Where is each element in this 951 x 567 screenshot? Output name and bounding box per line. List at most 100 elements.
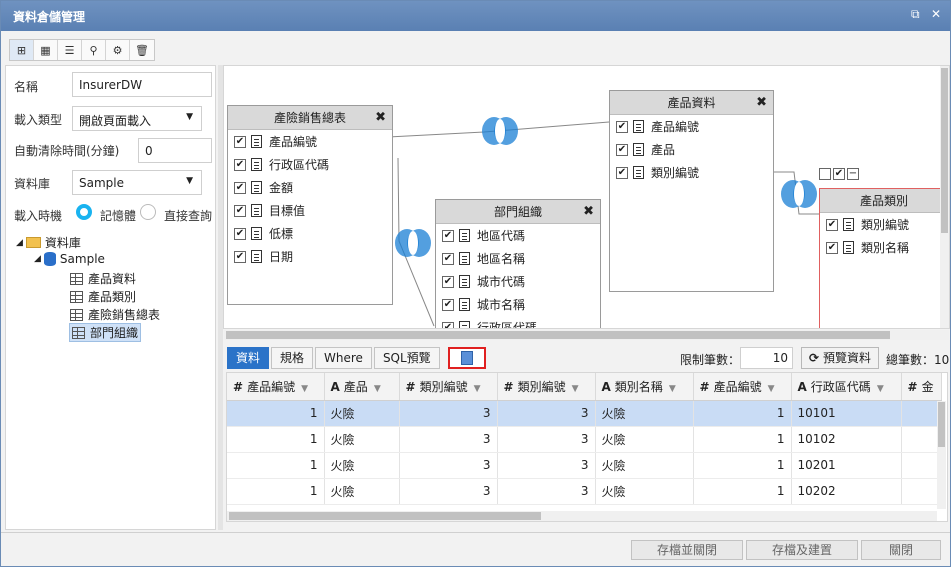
column-header[interactable]: # 產品編號 ▼: [227, 373, 325, 401]
close-icon[interactable]: ✖: [375, 106, 386, 130]
table-row[interactable]: 1 火險 3 3 火險 1 10101: [227, 400, 942, 427]
entity-field[interactable]: ✔ 產品編號: [228, 130, 392, 153]
checkbox-checked[interactable]: ✔: [616, 120, 628, 133]
cell[interactable]: 火險: [324, 452, 400, 479]
cell[interactable]: 3: [399, 426, 498, 453]
entity-field[interactable]: ✔ 城市代碼: [436, 270, 600, 293]
tree-list-icon[interactable]: ☰: [58, 40, 82, 60]
cell[interactable]: 3: [497, 400, 596, 427]
chevron-down-icon[interactable]: ▼: [572, 384, 579, 394]
cell[interactable]: 1: [227, 400, 325, 427]
entity-dept[interactable]: 部門組織 ✖ ✔ 地區代碼 ✔ 地區名稱 ✔ 城市代碼 ✔ 城市名稱 ✔ 行政區代碼: [435, 199, 601, 328]
save-close-button[interactable]: 存檔並關閉: [631, 540, 743, 560]
entity-field[interactable]: ✔ 類別名稱: [820, 236, 948, 259]
entity-field[interactable]: ✔ 日期: [228, 245, 392, 268]
entity-field[interactable]: ✔ 金額: [228, 176, 392, 199]
cell[interactable]: [901, 400, 942, 427]
entity-field[interactable]: ✔ 地區名稱: [436, 247, 600, 270]
cell[interactable]: [901, 452, 942, 479]
entity-field[interactable]: ✔ 地區代碼: [436, 224, 600, 247]
close-icon[interactable]: ✖: [756, 91, 767, 115]
cell[interactable]: 10102: [791, 426, 902, 453]
tab-calculator[interactable]: [447, 347, 486, 369]
close-icon[interactable]: ✕: [931, 7, 941, 21]
cell[interactable]: 10201: [791, 452, 902, 479]
grid-horizontal-scrollbar[interactable]: [227, 511, 937, 521]
scroll-thumb[interactable]: [226, 331, 890, 339]
cell[interactable]: 1: [693, 478, 792, 505]
table-row[interactable]: 1 火險 3 3 火險 1 10201: [227, 452, 942, 479]
table-row[interactable]: 1 火險 3 3 火險 1 10102: [227, 426, 942, 453]
tree-table-item[interactable]: 產險銷售總表: [70, 306, 160, 323]
entity-category[interactable]: 產品類別 ✔ 類別編號 ✔ 類別名稱: [819, 188, 949, 328]
entity-product[interactable]: 產品資料 ✖ ✔ 產品編號 ✔ 產品 ✔ 類別編號: [609, 90, 774, 292]
hierarchy-icon[interactable]: ⚲: [82, 40, 106, 60]
close-icon[interactable]: ✖: [583, 200, 594, 224]
cell[interactable]: 1: [693, 426, 792, 453]
trash-icon[interactable]: 🗑: [130, 40, 154, 60]
cell[interactable]: 1: [227, 478, 325, 505]
name-input[interactable]: InsurerDW: [72, 72, 212, 97]
tree-table-item[interactable]: 產品資料: [70, 270, 136, 287]
cell[interactable]: 火險: [324, 426, 400, 453]
checkbox-checked[interactable]: ✔: [826, 241, 838, 254]
join-icon[interactable]: [482, 117, 518, 145]
tab-data[interactable]: 資料: [227, 347, 270, 369]
restore-icon[interactable]: ⧉: [911, 7, 920, 22]
chevron-down-icon[interactable]: ▼: [474, 384, 481, 394]
checkbox-checked[interactable]: ✔: [826, 218, 838, 231]
cell[interactable]: 火險: [595, 400, 694, 427]
cell[interactable]: 火險: [595, 452, 694, 479]
checkbox-checked[interactable]: ✔: [234, 158, 246, 171]
scroll-thumb[interactable]: [938, 402, 945, 447]
chevron-down-icon[interactable]: ▼: [669, 384, 676, 394]
checkbox-checked[interactable]: ✔: [234, 204, 246, 217]
cell[interactable]: 1: [227, 426, 325, 453]
collapse-arrow-icon[interactable]: ◢: [16, 238, 23, 248]
entity-field[interactable]: ✔ 行政區代碼: [228, 153, 392, 176]
cell[interactable]: 火險: [595, 478, 694, 505]
entity-field[interactable]: ✔ 類別編號: [610, 161, 773, 184]
radio-direct[interactable]: [140, 204, 156, 220]
radio-memory[interactable]: [76, 204, 92, 220]
limit-input[interactable]: 10: [740, 347, 793, 369]
entity-field[interactable]: ✔ 城市名稱: [436, 293, 600, 316]
checkbox-checked[interactable]: ✔: [234, 135, 246, 148]
cell[interactable]: 3: [497, 478, 596, 505]
entity-field[interactable]: ✔ 低標: [228, 222, 392, 245]
column-header[interactable]: # 產品編號 ▼: [693, 373, 792, 401]
cell[interactable]: 火險: [324, 478, 400, 505]
chevron-down-icon[interactable]: ▼: [768, 384, 775, 394]
checkbox-checked[interactable]: ✔: [442, 321, 454, 328]
preview-data-button[interactable]: ⟳ 預覽資料: [801, 347, 879, 369]
tab-sql-preview[interactable]: SQL預覽: [373, 347, 440, 369]
entity-header[interactable]: 產險銷售總表 ✖: [228, 106, 392, 130]
load-type-select[interactable]: 開啟頁面載入 ▼: [72, 106, 202, 131]
column-header[interactable]: A 類別名稱 ▼: [595, 373, 694, 401]
save-build-button[interactable]: 存檔及建置: [746, 540, 858, 560]
checkbox-minus-icon[interactable]: −: [847, 168, 859, 180]
entity-field[interactable]: ✔ 目標值: [228, 199, 392, 222]
cell[interactable]: 10202: [791, 478, 902, 505]
entity-sales[interactable]: 產險銷售總表 ✖ ✔ 產品編號 ✔ 行政區代碼 ✔ 金額 ✔ 目標值 ✔ 低標 ✔ 日期: [227, 105, 393, 305]
column-header[interactable]: # 類別編號 ▼: [497, 373, 596, 401]
cell[interactable]: 1: [227, 452, 325, 479]
cell[interactable]: 3: [399, 478, 498, 505]
gear-icon[interactable]: ⚙: [106, 40, 130, 60]
join-icon[interactable]: [395, 229, 431, 257]
cell[interactable]: 3: [497, 452, 596, 479]
entity-field[interactable]: ✔ 產品編號: [610, 115, 773, 138]
checkbox-checked[interactable]: ✔: [616, 143, 628, 156]
table-row[interactable]: 1 火險 3 3 火險 1 10202: [227, 478, 942, 505]
entity-header[interactable]: 部門組織 ✖: [436, 200, 600, 224]
grid-vertical-scrollbar[interactable]: [937, 401, 946, 509]
cell[interactable]: 10101: [791, 400, 902, 427]
checkbox-checked[interactable]: ✔: [234, 250, 246, 263]
scroll-thumb[interactable]: [941, 68, 948, 233]
checkbox-checked[interactable]: ✔: [616, 166, 628, 179]
column-header[interactable]: # 類別編號 ▼: [399, 373, 498, 401]
checkbox-checked[interactable]: ✔: [234, 227, 246, 240]
relation-diagram-icon[interactable]: ⊞: [10, 40, 34, 60]
entity-header[interactable]: 產品類別: [820, 189, 948, 213]
tree-table-item-selected[interactable]: 部門組織: [69, 323, 142, 342]
